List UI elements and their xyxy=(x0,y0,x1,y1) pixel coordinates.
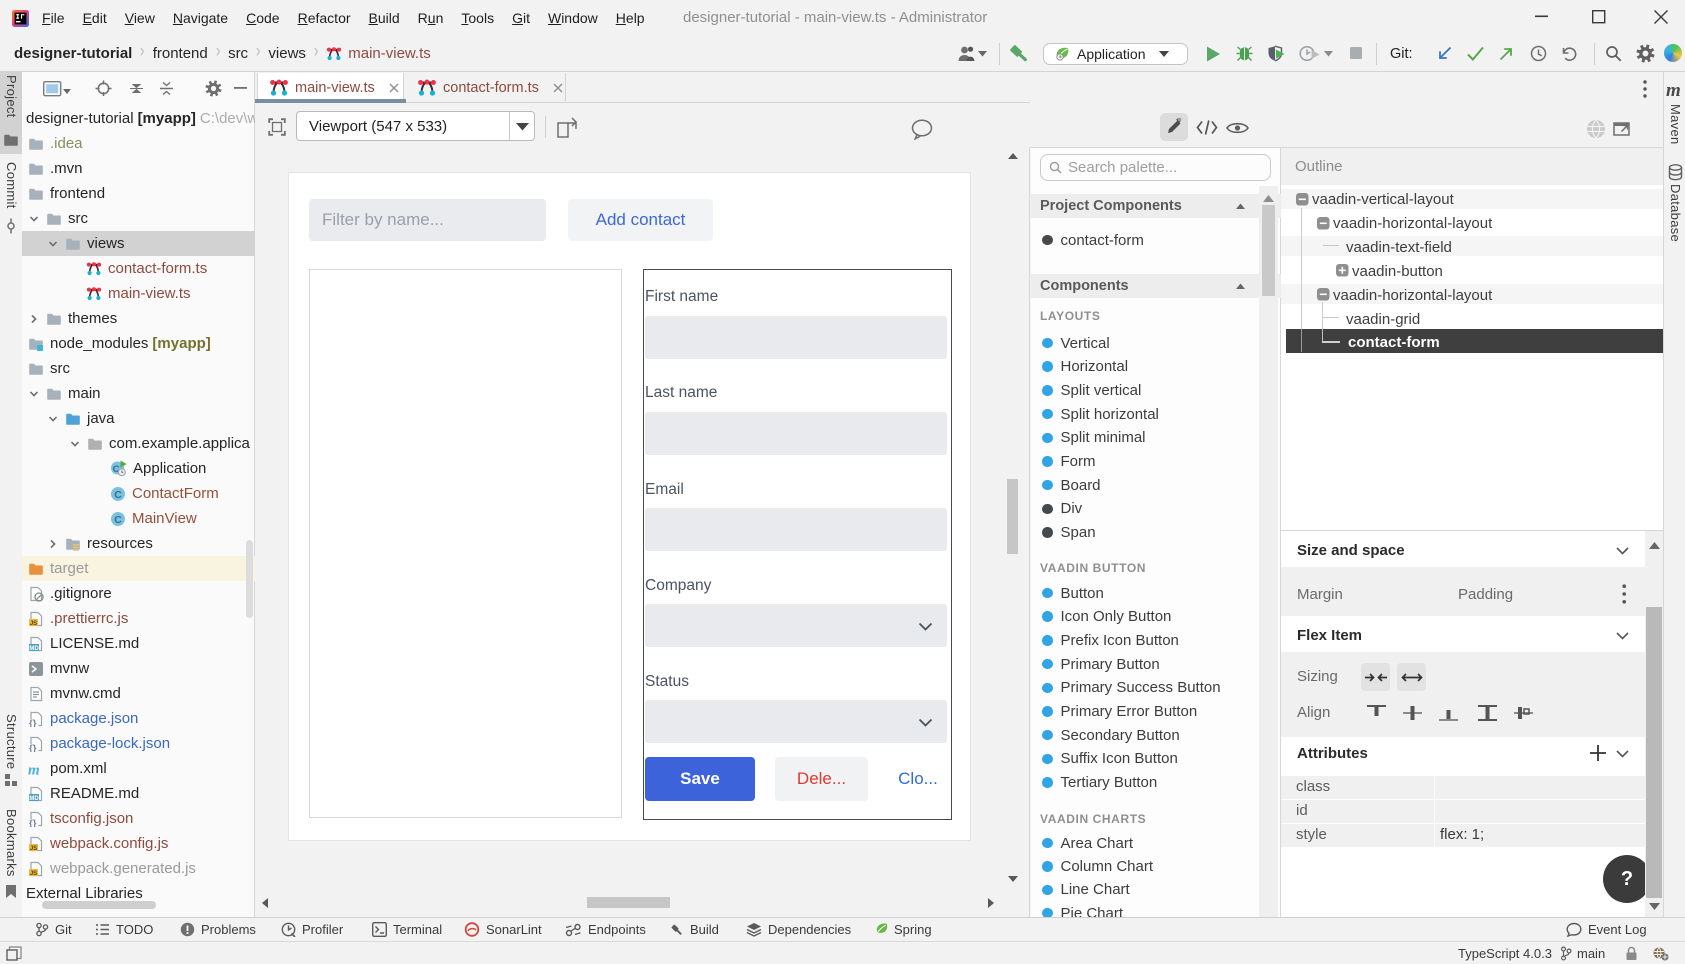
svg-text:MD: MD xyxy=(29,646,39,652)
svg-text:m: m xyxy=(28,762,40,777)
svg-text:{}: {} xyxy=(29,743,37,752)
svg-text:JS: JS xyxy=(30,871,37,877)
svg-text:{}: {} xyxy=(29,818,37,827)
svg-text:MD: MD xyxy=(29,796,39,802)
svg-text:JS: JS xyxy=(30,846,37,852)
svg-text:JS: JS xyxy=(30,621,37,627)
svg-text:{}: {} xyxy=(29,718,37,727)
